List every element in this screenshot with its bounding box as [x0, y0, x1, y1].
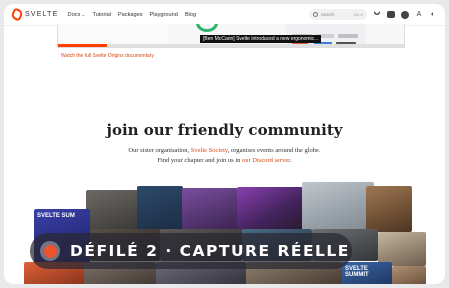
event-photo [366, 186, 412, 232]
language-icon[interactable]: A [415, 11, 423, 19]
bluesky-icon[interactable] [373, 10, 381, 20]
search-icon [313, 12, 318, 17]
event-photo [137, 186, 183, 230]
event-photo [182, 188, 238, 230]
event-photo [302, 182, 374, 230]
nav-playground[interactable]: Playground [150, 12, 178, 18]
video-graphic [196, 24, 218, 32]
discord-server-link[interactable]: our Discord server [242, 157, 290, 164]
nav-links: Docs ⌄ Tutorial Packages Playground Blog [68, 12, 197, 18]
community-line-2: Find your chapter and join us in our Dis… [157, 157, 292, 164]
top-nav: SVELTE Docs ⌄ Tutorial Packages Playgrou… [4, 4, 445, 26]
record-dot [43, 244, 57, 258]
theme-toggle-icon[interactable]: ◐ [429, 11, 437, 19]
nav-docs[interactable]: Docs ⌄ [68, 12, 86, 18]
community-heading: join our friendly community [106, 121, 343, 139]
event-photo [237, 187, 303, 230]
screen-recording-badge: DÉFILÉ 2 · CAPTURE RÉELLE [30, 233, 352, 269]
video-caption: [Ben McCann] Svelte introduced a new erg… [200, 35, 322, 43]
chevron-down-icon: ⌄ [81, 11, 86, 18]
svelte-society-link[interactable]: Svelte Society [191, 147, 228, 154]
nav-right: Search Ctrl K A ◐ [309, 9, 437, 20]
event-photo [392, 266, 426, 284]
nav-tutorial[interactable]: Tutorial [92, 12, 110, 18]
svelte-logo[interactable]: SVELTE [10, 7, 59, 22]
event-photo: SVELTE SUMMIT [342, 262, 392, 284]
event-photo [378, 232, 426, 266]
community-line-1: Our sister organisation, Svelte Society,… [128, 147, 321, 154]
poster-title: SVELTE SUMMIT [345, 266, 369, 278]
github-icon[interactable] [401, 10, 409, 19]
search-placeholder: Search [321, 12, 335, 17]
search-input[interactable]: Search Ctrl K [309, 9, 367, 20]
event-photo [86, 190, 138, 230]
svelte-logo-icon [10, 7, 24, 22]
video-progress-fill [58, 44, 107, 47]
recording-label: DÉFILÉ 2 · CAPTURE RÉELLE [70, 242, 350, 260]
search-shortcut: Ctrl K [353, 12, 364, 17]
poster-title: SVELTE SUM [37, 213, 75, 219]
nav-docs-label: Docs [67, 11, 81, 18]
documentary-video[interactable]: [Ben McCann] Svelte introduced a new erg… [57, 24, 405, 48]
logo-text: SVELTE [25, 11, 59, 18]
nav-blog[interactable]: Blog [185, 12, 196, 18]
community-text: Our sister organisation, Svelte Society,… [4, 146, 445, 166]
browser-page: SVELTE Docs ⌄ Tutorial Packages Playgrou… [4, 4, 445, 284]
record-icon [40, 241, 60, 261]
discord-icon[interactable] [387, 11, 395, 18]
nav-packages[interactable]: Packages [118, 12, 143, 18]
video-progress-bar[interactable] [58, 44, 404, 47]
watch-documentary-link[interactable]: Watch the full Svelte Origins documentar… [61, 53, 154, 59]
